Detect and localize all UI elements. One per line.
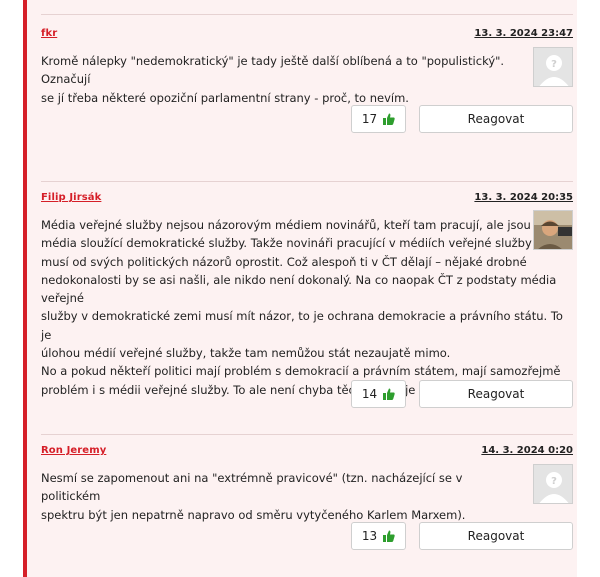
- comment-separator: [41, 434, 573, 435]
- comment-date-link[interactable]: 14. 3. 2024 0:20: [481, 445, 573, 456]
- reply-button[interactable]: Reagovat: [419, 380, 573, 408]
- comment-date-link[interactable]: 13. 3. 2024 20:35: [474, 192, 573, 203]
- like-button[interactable]: 17: [351, 105, 406, 133]
- comment: fkr 13. 3. 2024 23:47 Kromě nálepky "ned…: [41, 28, 573, 138]
- comment-text: Kromě nálepky "nedemokratický" je tady j…: [41, 54, 505, 105]
- like-count: 13: [361, 529, 378, 543]
- comment-separator: [41, 181, 573, 182]
- comment: Ron Jeremy 14. 3. 2024 0:20 Nesmí se zap…: [41, 445, 573, 555]
- comment: Filip Jirsák 13. 3. 2024 20:35 Média veř…: [41, 192, 573, 412]
- comment-author-link[interactable]: fkr: [41, 28, 57, 39]
- comment-author-link[interactable]: Filip Jirsák: [41, 192, 101, 203]
- thumbs-up-icon: [383, 113, 395, 125]
- comment-text: Média veřejné služby nejsou názorovým mé…: [41, 218, 563, 397]
- svg-text:?: ?: [551, 476, 557, 487]
- like-count: 17: [361, 112, 378, 126]
- reply-button[interactable]: Reagovat: [419, 105, 573, 133]
- thumbs-up-icon: [383, 388, 395, 400]
- user-photo: [533, 210, 573, 250]
- like-count: 14: [361, 387, 378, 401]
- comment-author-link[interactable]: Ron Jeremy: [41, 445, 106, 456]
- reply-button[interactable]: Reagovat: [419, 522, 573, 550]
- comment-separator: [41, 14, 573, 15]
- thumbs-up-icon: [383, 530, 395, 542]
- comment-date-link[interactable]: 13. 3. 2024 23:47: [474, 28, 573, 39]
- placeholder-avatar-icon: ?: [533, 464, 573, 504]
- like-button[interactable]: 14: [351, 380, 406, 408]
- svg-text:?: ?: [551, 59, 557, 70]
- placeholder-avatar-icon: ?: [533, 47, 573, 87]
- comment-text: Nesmí se zapomenout ani na "extrémně pra…: [41, 471, 466, 522]
- comments-panel: fkr 13. 3. 2024 23:47 Kromě nálepky "ned…: [23, 0, 577, 577]
- like-button[interactable]: 13: [351, 522, 406, 550]
